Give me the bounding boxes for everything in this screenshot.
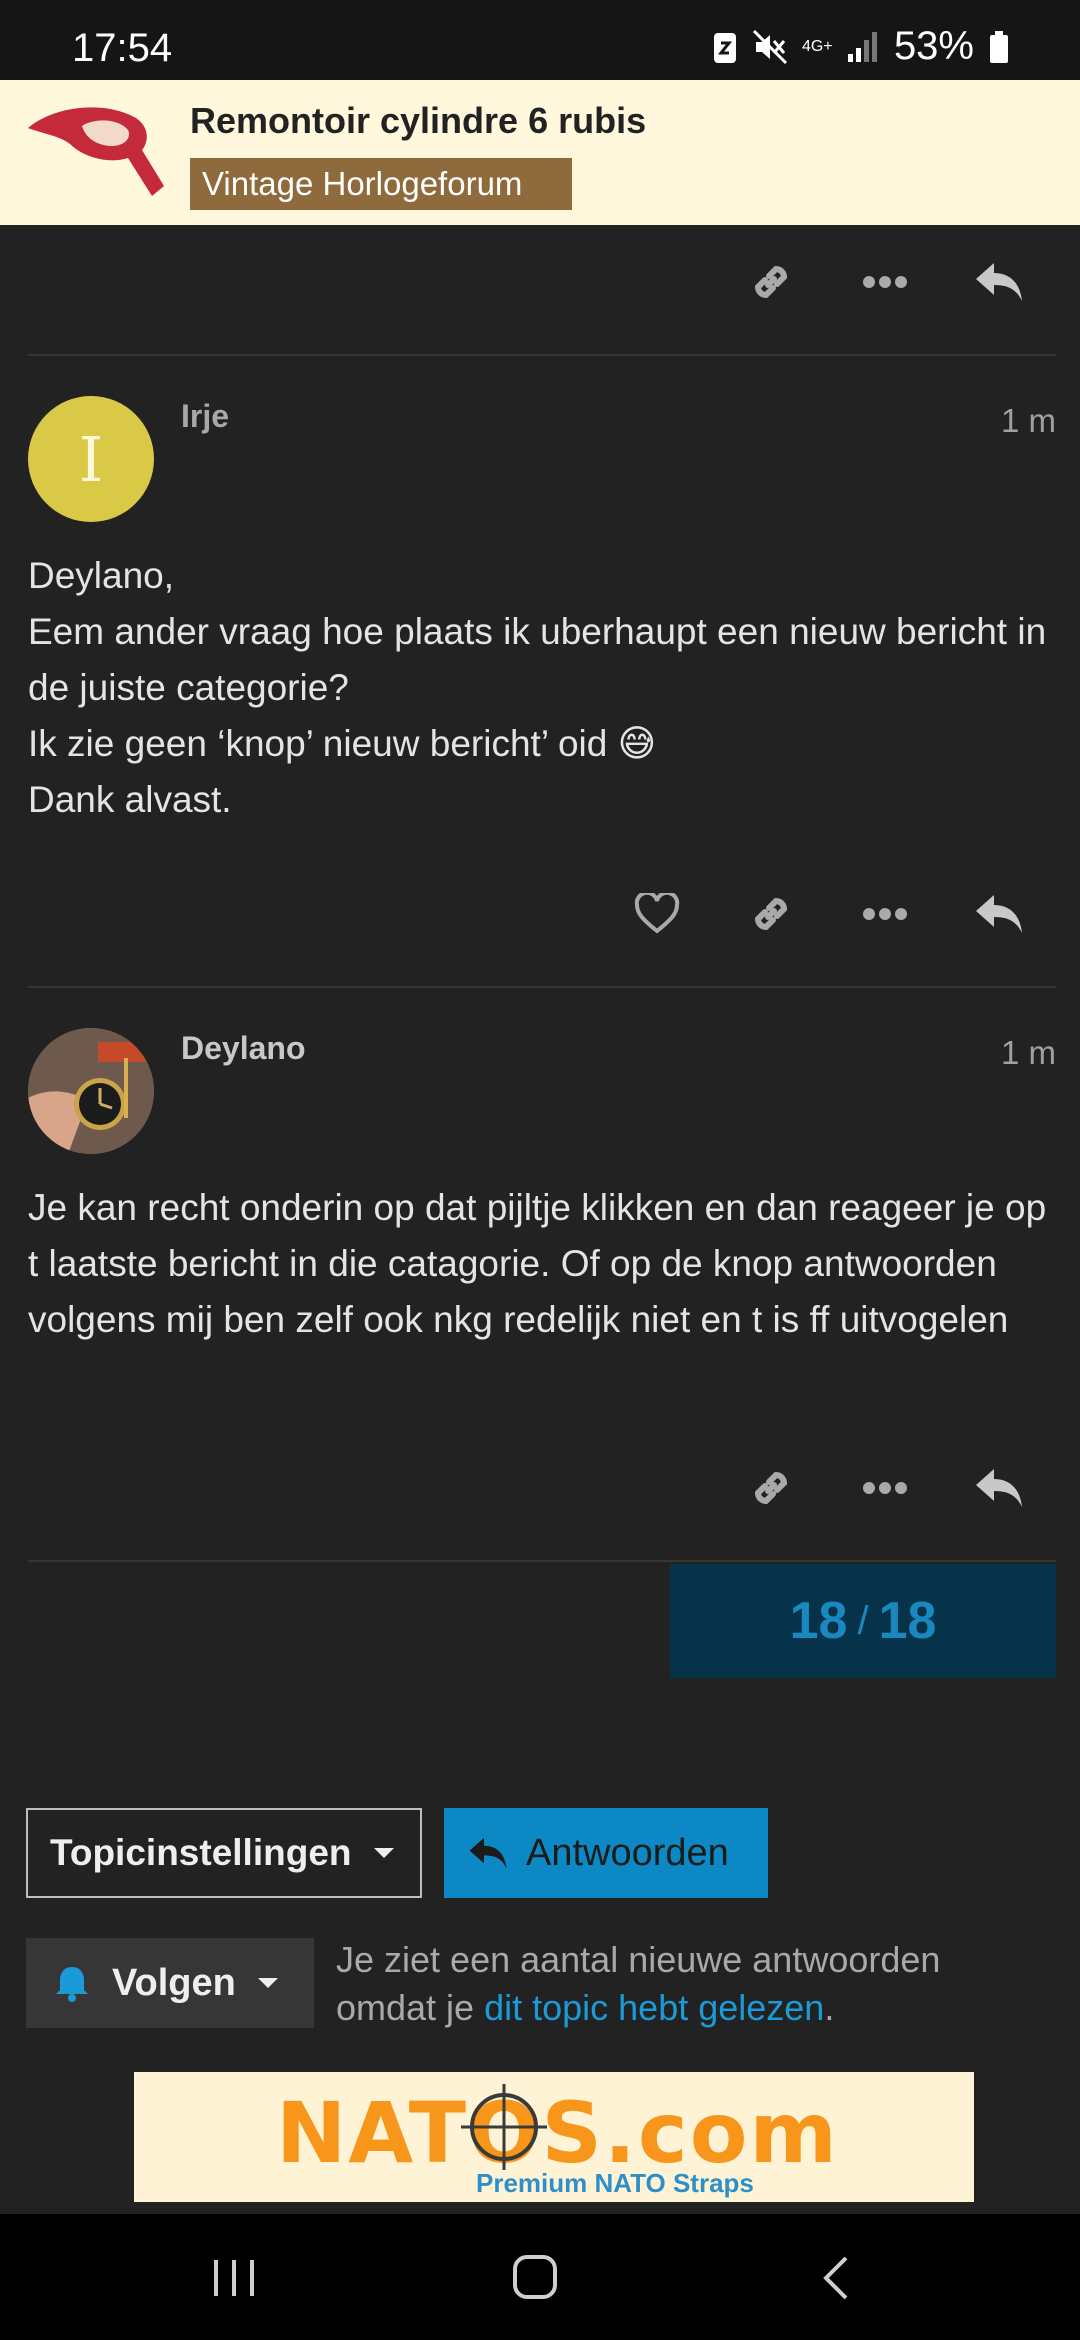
- topic-header: Remontoir cylindre 6 rubis Vintage Horlo…: [0, 80, 1080, 225]
- reply-label: Antwoorden: [526, 1831, 729, 1874]
- ad-subtitle: Premium NATO Straps: [476, 2168, 754, 2198]
- forum-logo-icon[interactable]: [24, 100, 174, 200]
- home-icon[interactable]: [512, 2254, 558, 2300]
- reply-icon: [976, 1469, 1022, 1507]
- post-actions-deylano: [0, 1448, 1080, 1528]
- notification-level-dropdown[interactable]: Volgen: [26, 1938, 314, 2028]
- network-type: 4G+: [801, 37, 833, 55]
- reply-icon: [976, 895, 1022, 933]
- post-username[interactable]: Deylano: [181, 1030, 305, 1067]
- copy-link-button[interactable]: [736, 1448, 806, 1528]
- read-topic-link[interactable]: dit topic hebt gelezen: [484, 1987, 824, 2028]
- ellipsis-icon: [863, 908, 907, 920]
- progress-separator: /: [857, 1598, 869, 1643]
- topic-settings-dropdown[interactable]: Topicinstellingen: [26, 1808, 422, 1898]
- crosshair-icon: [461, 2084, 547, 2170]
- post-body: Je kan recht onderin op dat pijltje klik…: [28, 1180, 1058, 1348]
- post-line: Ik zie geen ‘knop’ nieuw bericht’ oid 😅: [28, 723, 657, 764]
- post-line: Je kan recht onderin op dat pijltje klik…: [28, 1187, 1047, 1340]
- topic-progress[interactable]: 18 / 18: [670, 1564, 1056, 1678]
- post-actions-irje: [0, 874, 1080, 954]
- reply-icon: [976, 263, 1022, 301]
- avatar-letter: I: [78, 422, 104, 496]
- post-time[interactable]: 1 m: [1001, 402, 1056, 440]
- watch-photo-icon: [28, 1028, 154, 1154]
- status-bar: 17:54 4G+ 53%: [0, 0, 1080, 80]
- post-divider: [28, 1560, 1056, 1562]
- avatar[interactable]: [28, 1028, 154, 1154]
- notify-text-end: .: [824, 1987, 835, 2028]
- progress-total: 18: [878, 1592, 937, 1650]
- post-actions-previous: [0, 242, 1080, 322]
- reply-icon: [469, 1837, 507, 1869]
- signal-icon: [847, 31, 877, 62]
- copy-link-button[interactable]: [736, 874, 806, 954]
- battery-icon: [990, 30, 1008, 63]
- link-icon: [754, 897, 788, 931]
- follow-label: Volgen: [112, 1961, 236, 2004]
- post-time[interactable]: 1 m: [1001, 1034, 1056, 1072]
- caret-down-icon: [257, 1978, 278, 1988]
- post-divider: [28, 354, 1056, 356]
- heart-icon: [634, 893, 680, 934]
- category-badge[interactable]: Vintage Horlogeforum: [190, 158, 572, 210]
- more-options-button[interactable]: [850, 242, 920, 322]
- more-options-button[interactable]: [850, 1448, 920, 1528]
- reply-post-button[interactable]: [964, 242, 1034, 322]
- battery-saver-icon: [713, 32, 736, 63]
- ad-banner[interactable]: NATOS.com Premium NATO Straps: [134, 2072, 974, 2202]
- post-body: Deylano, Eem ander vraag hoe plaats ik u…: [28, 548, 1058, 828]
- caret-down-icon: [373, 1848, 394, 1858]
- reply-post-button[interactable]: [964, 1448, 1034, 1528]
- topic-title[interactable]: Remontoir cylindre 6 rubis: [190, 100, 646, 142]
- system-nav-bar: [0, 2214, 1080, 2340]
- avatar[interactable]: I: [28, 396, 154, 522]
- post-username[interactable]: Irje: [181, 398, 229, 435]
- status-icons: 4G+ 53%: [712, 24, 1010, 69]
- progress-current: 18: [789, 1592, 848, 1650]
- bell-icon: [56, 1967, 88, 2002]
- back-icon[interactable]: [820, 2256, 850, 2300]
- battery-percent: 53%: [893, 24, 974, 68]
- recent-apps-icon[interactable]: [212, 2258, 256, 2298]
- topic-settings-label: Topicinstellingen: [50, 1832, 352, 1873]
- reply-post-button[interactable]: [964, 874, 1034, 954]
- status-time: 17:54: [72, 26, 173, 70]
- notification-reason: Je ziet een aantal nieuwe antwoorden omd…: [336, 1936, 1036, 2032]
- more-options-button[interactable]: [850, 874, 920, 954]
- like-button[interactable]: [622, 874, 692, 954]
- link-icon: [754, 265, 788, 299]
- link-icon: [754, 1471, 788, 1505]
- post-line: Dank alvast.: [28, 779, 232, 820]
- post-line: Eem ander vraag hoe plaats ik uberhaupt …: [28, 611, 1047, 708]
- ellipsis-icon: [863, 1482, 907, 1494]
- copy-link-button[interactable]: [736, 242, 806, 322]
- post-divider: [28, 986, 1056, 988]
- ellipsis-icon: [863, 276, 907, 288]
- reply-topic-button[interactable]: Antwoorden: [444, 1808, 768, 1898]
- mute-icon: [752, 29, 787, 64]
- post-line: Deylano,: [28, 555, 175, 596]
